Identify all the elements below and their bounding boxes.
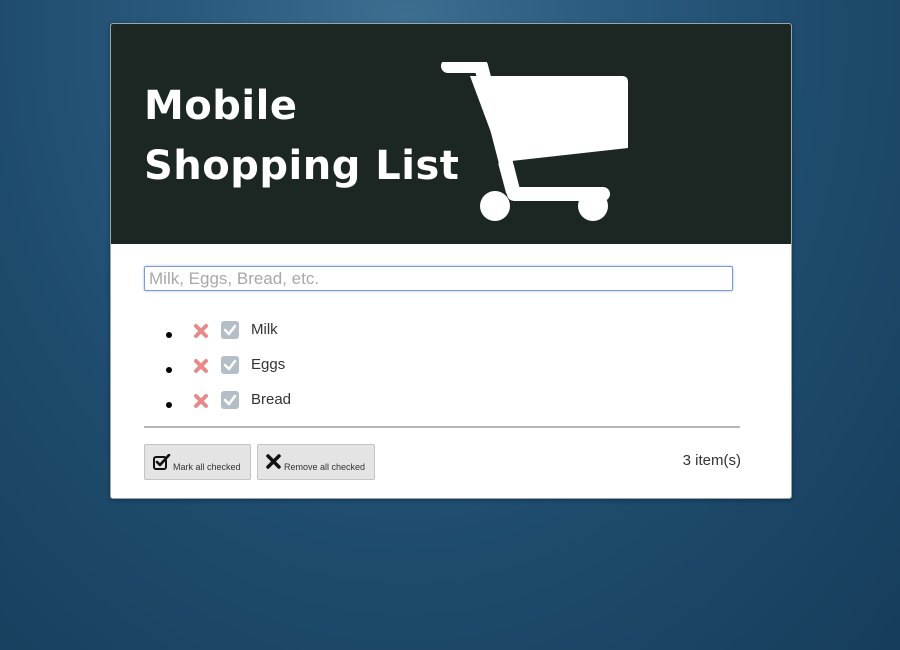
item-label: Milk bbox=[251, 321, 278, 338]
shopping-cart-icon bbox=[441, 62, 628, 221]
new-item-input-wrap bbox=[144, 266, 733, 291]
item-label: Eggs bbox=[251, 356, 286, 373]
checkbox-icon[interactable] bbox=[221, 356, 239, 374]
check-square-icon bbox=[153, 454, 171, 470]
new-item-input[interactable] bbox=[144, 266, 733, 291]
mark-all-checked-button[interactable]: Mark all checked bbox=[144, 444, 251, 480]
title-line-2: Shopping List bbox=[144, 143, 460, 189]
remove-all-checked-label: Remove all checked bbox=[284, 462, 366, 472]
checkbox-icon[interactable] bbox=[221, 321, 239, 339]
remove-all-checked-button[interactable]: Remove all checked bbox=[257, 444, 375, 480]
bullet bbox=[166, 402, 172, 408]
shopping-list-card: Mobile Shopping List Milk, Eggs, Bread, … bbox=[110, 23, 792, 499]
header: Mobile Shopping List bbox=[111, 24, 791, 244]
mark-all-checked-label: Mark all checked bbox=[173, 462, 241, 472]
bullet bbox=[166, 332, 172, 338]
page-title: Mobile Shopping List bbox=[144, 76, 459, 196]
remove-x-icon[interactable] bbox=[193, 323, 209, 339]
remove-x-icon[interactable] bbox=[193, 358, 209, 374]
x-icon bbox=[266, 454, 281, 469]
remove-x-icon[interactable] bbox=[193, 393, 209, 409]
divider bbox=[144, 426, 740, 428]
title-line-1: Mobile bbox=[144, 83, 298, 129]
item-count: 3 item(s) bbox=[682, 452, 741, 469]
item-label: Bread bbox=[251, 391, 292, 408]
bullet bbox=[166, 367, 172, 373]
checkbox-icon[interactable] bbox=[221, 391, 239, 409]
